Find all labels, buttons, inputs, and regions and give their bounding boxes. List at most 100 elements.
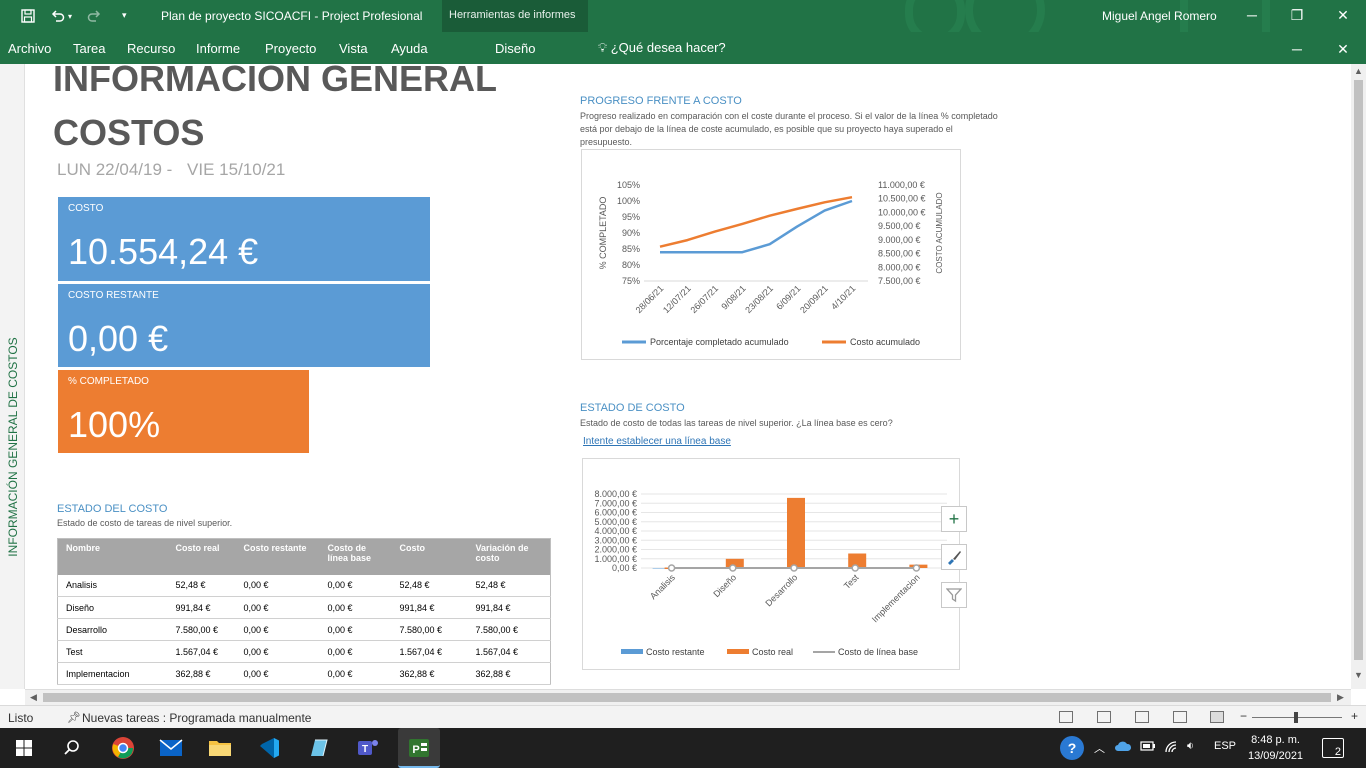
table-row[interactable]: Analisis 52,48 €0,00 €0,00 €52,48 €52,48 … — [57, 574, 551, 597]
app-icon[interactable] — [305, 734, 333, 762]
tab-tarea[interactable]: Tarea — [73, 41, 106, 56]
windows-start-icon[interactable] — [10, 734, 38, 762]
table-cell: 0,00 € — [235, 574, 320, 597]
task-usage-view-icon[interactable] — [1097, 711, 1111, 723]
search-icon[interactable] — [58, 734, 86, 762]
scroll-up-icon[interactable]: ▲ — [1354, 66, 1363, 76]
tell-me-search[interactable]: 💡︎ ¿Qué desea hacer? — [598, 40, 726, 56]
remaining-cost-card[interactable]: COSTO RESTANTE 0,00 € — [58, 284, 430, 367]
onedrive-icon[interactable] — [1114, 740, 1132, 755]
zoom-slider-thumb[interactable] — [1294, 712, 1298, 723]
zoom-in-icon[interactable]: + — [1351, 709, 1358, 723]
user-name[interactable]: Miguel Angel Romero — [1102, 9, 1217, 23]
plus-icon: + — [948, 509, 960, 529]
table-cell: 362,88 € — [467, 662, 551, 685]
table-cell: 0,00 € — [235, 640, 320, 663]
set-baseline-link[interactable]: Intente establecer una línea base — [583, 436, 731, 447]
lightbulb-icon: 💡︎ — [598, 40, 608, 55]
table-cell: 52,48 € — [467, 574, 551, 597]
mail-icon[interactable] — [157, 734, 185, 762]
date-end: VIE 15/10/21 — [187, 160, 286, 179]
baseline-point — [667, 564, 676, 572]
clock[interactable]: 8:48 p. m. 13/09/2021 — [1248, 732, 1303, 764]
chart-filters-button[interactable] — [941, 582, 967, 608]
table-row[interactable]: Implementacion 362,88 €0,00 €0,00 €362,88… — [57, 662, 551, 685]
ribbon-tabs: Archivo Tarea Recurso Informe Proyecto V… — [0, 32, 1366, 64]
project-app-icon[interactable]: P — [398, 728, 440, 768]
tab-ayuda[interactable]: Ayuda — [391, 41, 428, 56]
window-close-icon[interactable]: ✕ — [1331, 38, 1355, 60]
teams-icon[interactable]: T — [354, 734, 382, 762]
report-title: INFORMACIÓN GENERAL COSTOS — [53, 64, 497, 160]
progress-chart[interactable]: 75% 80% 85% 90% 95% 100% 105% 7.500,00 € 8.000,0… — [581, 149, 961, 360]
table-cell: 991,84 € — [467, 596, 551, 619]
scroll-thumb[interactable] — [1354, 80, 1363, 660]
cost-state-chart[interactable]: 0,00 €1.000,00 €2.000,00 €3.000,00 €4.00… — [582, 458, 960, 670]
table-cell: Test — [57, 640, 168, 663]
notification-count: 2 — [1334, 746, 1341, 758]
tab-informe[interactable]: Informe — [196, 41, 240, 56]
wifi-icon[interactable] — [1164, 740, 1180, 757]
minimize-icon[interactable]: ─ — [1240, 4, 1264, 26]
chevron-up-icon[interactable]: ︿ — [1094, 740, 1105, 756]
legend-swatch — [621, 649, 643, 654]
redo-icon[interactable] — [86, 8, 102, 27]
y-tick-label: 90% — [622, 228, 640, 238]
cost-card[interactable]: COSTO 10.554,24 € — [58, 197, 430, 281]
help-icon[interactable]: ? — [1060, 736, 1084, 760]
zoom-out-icon[interactable]: − — [1240, 709, 1247, 723]
battery-icon[interactable] — [1140, 740, 1156, 755]
team-planner-view-icon[interactable] — [1135, 711, 1149, 723]
cost-status-table[interactable]: Nombre Costo real Costo restante Costo d… — [57, 538, 551, 685]
restore-icon[interactable]: ❐ — [1285, 4, 1309, 26]
date-range: LUN 22/04/19 - VIE 15/10/21 — [57, 160, 295, 180]
table-cell: Diseño — [57, 596, 168, 619]
save-icon[interactable] — [20, 8, 36, 27]
volume-icon[interactable]: 🔉︎ — [1187, 740, 1194, 753]
ribbon-minimize-icon[interactable]: ─ — [1285, 38, 1309, 60]
y-tick-label: 7.000,00 € — [594, 498, 637, 508]
notifications-icon[interactable]: 2 — [1322, 738, 1344, 758]
table-row[interactable]: Desarrollo 7.580,00 €0,00 €0,00 €7.580,00… — [57, 618, 551, 641]
scroll-down-icon[interactable]: ▼ — [1354, 670, 1363, 680]
vertical-scrollbar[interactable]: ▲ ▼ — [1351, 64, 1366, 689]
tab-archivo[interactable]: Archivo — [8, 41, 51, 56]
hscroll-thumb[interactable] — [43, 693, 1331, 702]
undo-icon[interactable] — [50, 8, 66, 27]
table-row[interactable]: Test 1.567,04 €0,00 €0,00 €1.567,04 €1.56… — [57, 640, 551, 663]
gantt-view-icon[interactable] — [1059, 711, 1073, 723]
legend-label: Costo real — [752, 647, 793, 657]
table-cell: 0,00 € — [235, 618, 320, 641]
scroll-left-icon[interactable]: ◀ — [30, 692, 37, 703]
view-bar-label: INFORMACIÓN GENERAL DE COSTOS — [6, 337, 20, 557]
close-icon[interactable]: ✕ — [1331, 4, 1355, 26]
y-tick-label: 0,00 € — [612, 563, 637, 573]
table-row[interactable]: Diseño 991,84 €0,00 €0,00 €991,84 €991,84… — [57, 596, 551, 619]
x-tick-label: Implementacion — [870, 572, 922, 624]
col-header: Nombre — [57, 538, 168, 575]
tab-recurso[interactable]: Recurso — [127, 41, 175, 56]
percent-complete-card[interactable]: % COMPLETADO 100% — [58, 370, 309, 453]
file-explorer-icon[interactable] — [206, 734, 234, 762]
vscode-icon[interactable] — [255, 734, 283, 762]
language-indicator[interactable]: ESP — [1214, 740, 1236, 752]
y-tick-label: 1.000,00 € — [594, 554, 637, 564]
y-tick-label: 75% — [622, 276, 640, 286]
tab-vista[interactable]: Vista — [339, 41, 368, 56]
undo-dropdown-icon[interactable]: ▾ — [68, 12, 72, 21]
resource-sheet-view-icon[interactable] — [1173, 711, 1187, 723]
chart-elements-button[interactable]: + — [941, 506, 967, 532]
tab-diseno[interactable]: Diseño — [495, 41, 535, 56]
chrome-icon[interactable] — [109, 734, 137, 762]
table-cell: Implementacion — [57, 662, 168, 685]
cost-card-value: 10.554,24 € — [68, 231, 259, 272]
progress-chart-desc: Progreso realizado en comparación con el… — [580, 111, 998, 147]
legend-label: Costo acumulado — [850, 337, 920, 347]
new-tasks-mode[interactable]: Nuevas tareas : Programada manualmente — [82, 711, 311, 725]
tab-proyecto[interactable]: Proyecto — [265, 41, 316, 56]
scroll-right-icon[interactable]: ▶ — [1337, 692, 1344, 703]
horizontal-scrollbar[interactable]: ◀ ▶ — [25, 689, 1351, 705]
customize-toolbar-icon[interactable]: ▾ — [122, 10, 127, 21]
chart-styles-button[interactable] — [941, 544, 967, 570]
report-view-icon[interactable] — [1210, 711, 1224, 723]
